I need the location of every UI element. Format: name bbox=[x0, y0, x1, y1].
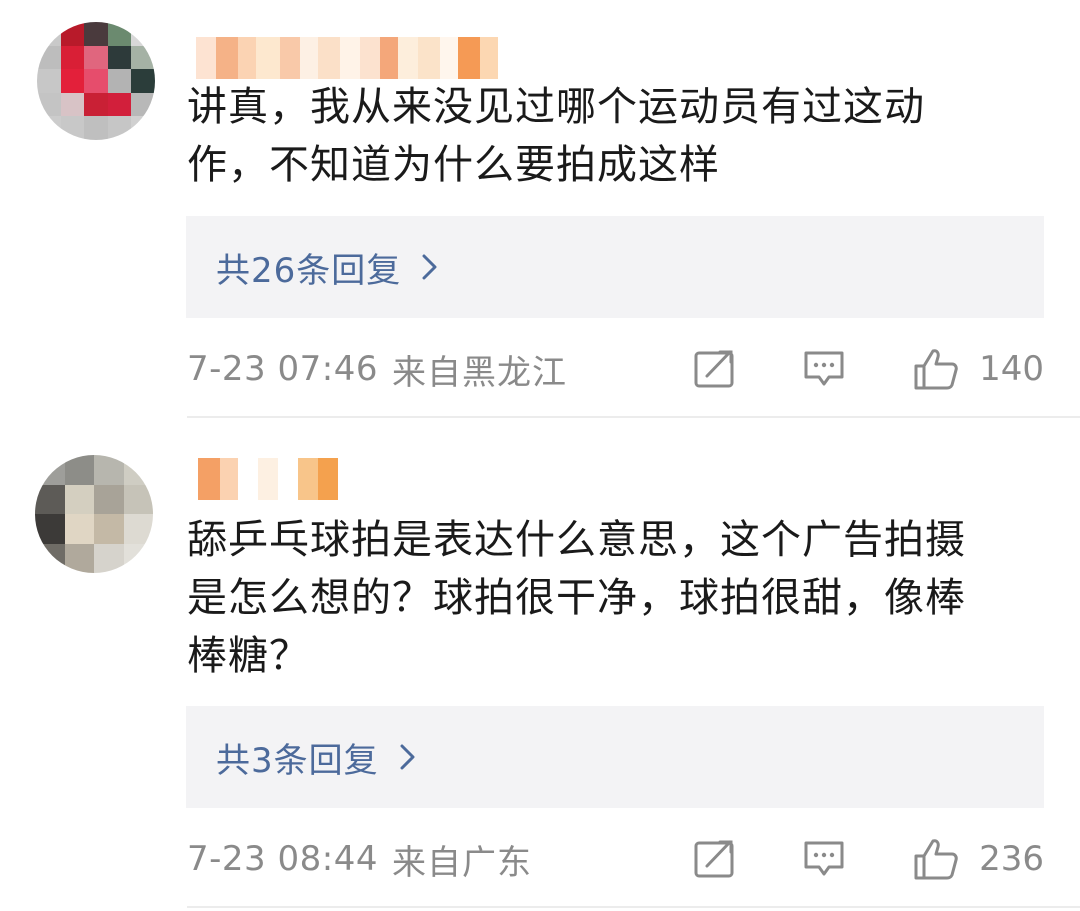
username-redacted[interactable] bbox=[196, 37, 518, 79]
comment-meta: 7-23 08:44 来自广东 236 bbox=[187, 834, 1044, 884]
divider bbox=[187, 906, 1080, 908]
avatar[interactable] bbox=[35, 455, 153, 573]
thumbs-up-icon bbox=[914, 349, 958, 390]
comment-text-line: 舔乒乓球拍是表达什么意思，这个广告拍摄 bbox=[187, 517, 966, 563]
timestamp: 7-23 07:46 bbox=[187, 349, 378, 389]
share-edit-icon bbox=[694, 840, 734, 878]
comment-button[interactable] bbox=[803, 349, 845, 389]
like-button[interactable]: 236 bbox=[913, 837, 1044, 881]
timestamp: 7-23 08:44 bbox=[187, 839, 378, 879]
replies-label: 共26条回复 bbox=[216, 250, 402, 291]
username-redacted[interactable] bbox=[198, 458, 338, 500]
action-bar: 140 bbox=[693, 347, 1044, 391]
comment-text-line: 作，不知道为什么要拍成这样 bbox=[187, 142, 720, 188]
forward-button[interactable] bbox=[693, 349, 737, 389]
comment-text-line: 棒糖？ bbox=[187, 633, 310, 679]
chevron-right-icon bbox=[400, 744, 415, 770]
comment-icon bbox=[804, 841, 844, 876]
like-count: 236 bbox=[979, 839, 1044, 879]
comment-icon bbox=[804, 351, 844, 386]
action-bar: 236 bbox=[693, 837, 1044, 881]
like-button[interactable]: 140 bbox=[913, 347, 1044, 391]
comment-text-line: 讲真，我从来没见过哪个运动员有过这动 bbox=[187, 84, 925, 130]
comment-text: 舔乒乓球拍是表达什么意思，这个广告拍摄 是怎么想的？球拍很干净，球拍很甜，像棒 … bbox=[187, 511, 1057, 685]
comment-text-line: 是怎么想的？球拍很干净，球拍很甜，像棒 bbox=[187, 575, 966, 621]
location: 来自广东 bbox=[391, 842, 532, 883]
comment-text: 讲真，我从来没见过哪个运动员有过这动 作，不知道为什么要拍成这样 bbox=[187, 78, 1057, 194]
view-replies-button[interactable]: 共26条回复 bbox=[186, 216, 1044, 318]
forward-button[interactable] bbox=[693, 839, 737, 879]
comment-button[interactable] bbox=[803, 839, 845, 879]
location: 来自黑龙江 bbox=[391, 352, 567, 393]
view-replies-button[interactable]: 共3条回复 bbox=[186, 706, 1044, 808]
like-count: 140 bbox=[979, 349, 1044, 389]
comment-1: 讲真，我从来没见过哪个运动员有过这动 作，不知道为什么要拍成这样 共26条回复 … bbox=[0, 0, 1080, 420]
chevron-right-icon bbox=[422, 254, 437, 280]
avatar[interactable] bbox=[37, 22, 155, 140]
share-edit-icon bbox=[694, 350, 734, 388]
thumbs-up-icon bbox=[914, 839, 958, 880]
comment-meta: 7-23 07:46 来自黑龙江 140 bbox=[187, 344, 1044, 394]
replies-label: 共3条回复 bbox=[216, 740, 379, 781]
comment-2: 舔乒乓球拍是表达什么意思，这个广告拍摄 是怎么想的？球拍很干净，球拍很甜，像棒 … bbox=[0, 418, 1080, 911]
